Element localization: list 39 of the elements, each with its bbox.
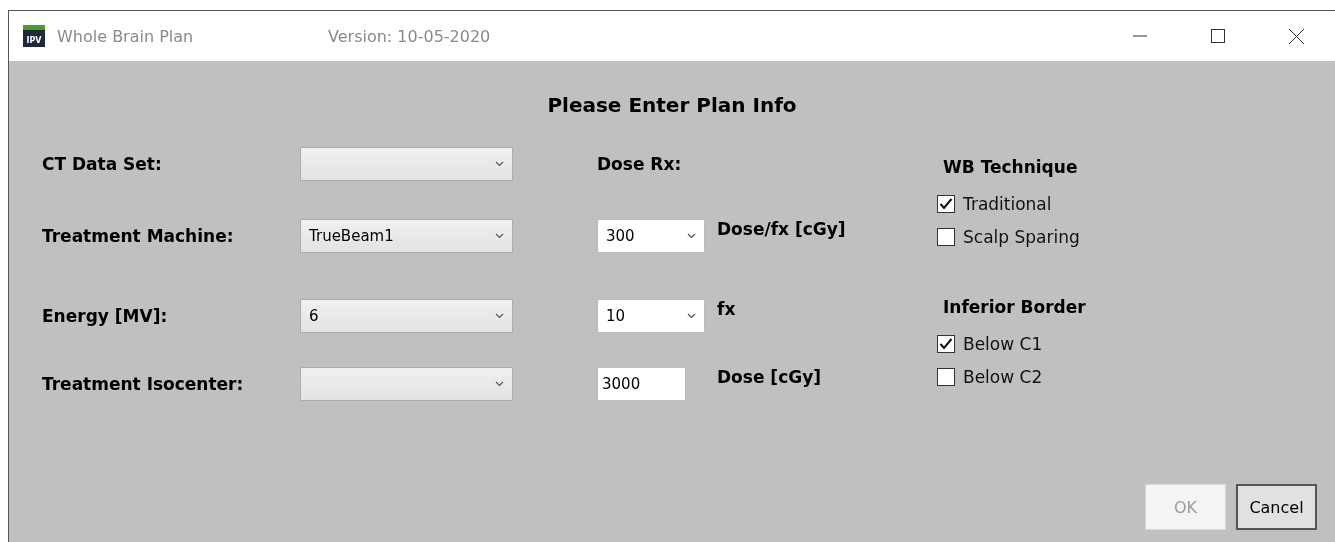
checkbox[interactable] <box>937 367 955 386</box>
form-heading: Please Enter Plan Info <box>546 93 798 117</box>
dropdown[interactable]: 10 <box>597 299 705 333</box>
dropdown[interactable]: TrueBeam1 <box>300 219 513 253</box>
caret-icon <box>687 313 696 319</box>
caret-icon <box>495 381 504 387</box>
input-field[interactable]: 3000 <box>597 367 686 401</box>
dropdown[interactable]: 6 <box>300 299 513 333</box>
cancel-button[interactable]: Cancel <box>1236 484 1317 530</box>
close-icon <box>1288 28 1304 44</box>
window-title: Whole Brain Plan <box>57 26 195 46</box>
caret-icon <box>687 233 696 239</box>
dropdown[interactable] <box>300 367 513 401</box>
checkbox[interactable] <box>937 194 955 213</box>
field-label: Dose/fx [cGy] <box>717 219 847 239</box>
checkbox[interactable] <box>937 334 955 353</box>
caret-icon <box>495 313 504 319</box>
app-icon: IPV <box>23 25 45 47</box>
version-label: Version: 10-05-2020 <box>328 26 491 46</box>
dropdown[interactable] <box>300 147 513 181</box>
field-label: fx <box>717 299 737 319</box>
field-label: Treatment Isocenter: <box>42 374 245 394</box>
group-title: Inferior Border <box>943 297 1086 317</box>
section-label: Dose Rx: <box>597 154 683 174</box>
group-title: WB Technique <box>943 157 1079 177</box>
maximize-icon <box>1211 29 1225 43</box>
caret-icon <box>495 161 504 167</box>
dropdown[interactable]: 300 <box>597 219 705 253</box>
checkbox-label: Traditional <box>963 193 1052 214</box>
field-label: Dose [cGy] <box>717 367 822 387</box>
field-label: Treatment Machine: <box>42 226 235 246</box>
checkbox[interactable] <box>937 227 955 246</box>
caret-icon <box>495 233 504 239</box>
checkbox-label: Below C1 <box>963 333 1043 354</box>
checkbox-label: Below C2 <box>963 366 1043 387</box>
minimize-icon <box>1133 35 1147 37</box>
checkbox-label: Scalp Sparing <box>963 226 1080 247</box>
field-label: CT Data Set: <box>42 154 163 174</box>
field-label: Energy [MV]: <box>42 306 169 326</box>
